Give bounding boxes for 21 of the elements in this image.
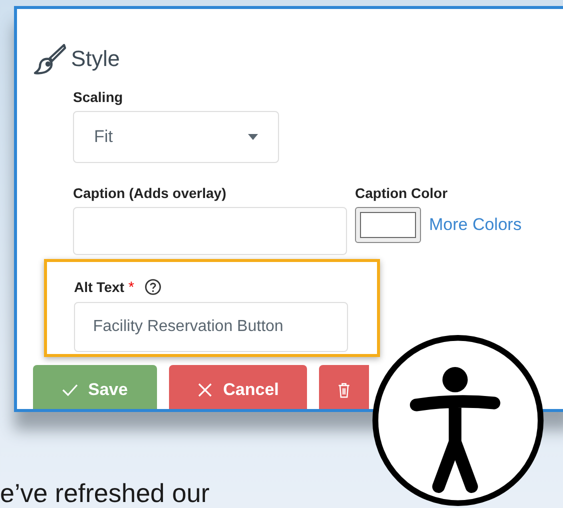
alt-text-field[interactable]: Facility Reservation Button xyxy=(74,302,348,352)
help-icon[interactable] xyxy=(144,278,162,296)
section-title: Style xyxy=(71,46,120,72)
field-label: Caption Color xyxy=(355,185,449,201)
more-colors-link[interactable]: More Colors xyxy=(429,215,522,235)
scaling-dropdown[interactable]: Fit xyxy=(73,111,279,163)
caption-field[interactable] xyxy=(73,207,347,255)
paintbrush-icon xyxy=(33,43,67,75)
close-icon xyxy=(197,382,214,398)
trash-icon xyxy=(336,382,352,398)
caret-icon xyxy=(248,134,258,140)
color-swatch[interactable] xyxy=(355,207,421,243)
body-text: e’ve refreshed our xyxy=(0,478,210,508)
field-label: Caption (Adds overlay) xyxy=(73,185,228,201)
required-mark: * xyxy=(128,278,134,296)
save-button[interactable]: Save xyxy=(33,365,157,409)
delete-button[interactable] xyxy=(319,365,369,409)
field-label: Scaling xyxy=(73,89,124,105)
cancel-button[interactable]: Cancel xyxy=(169,365,307,409)
check-icon xyxy=(62,382,78,398)
field-label: Alt Text xyxy=(74,279,124,295)
